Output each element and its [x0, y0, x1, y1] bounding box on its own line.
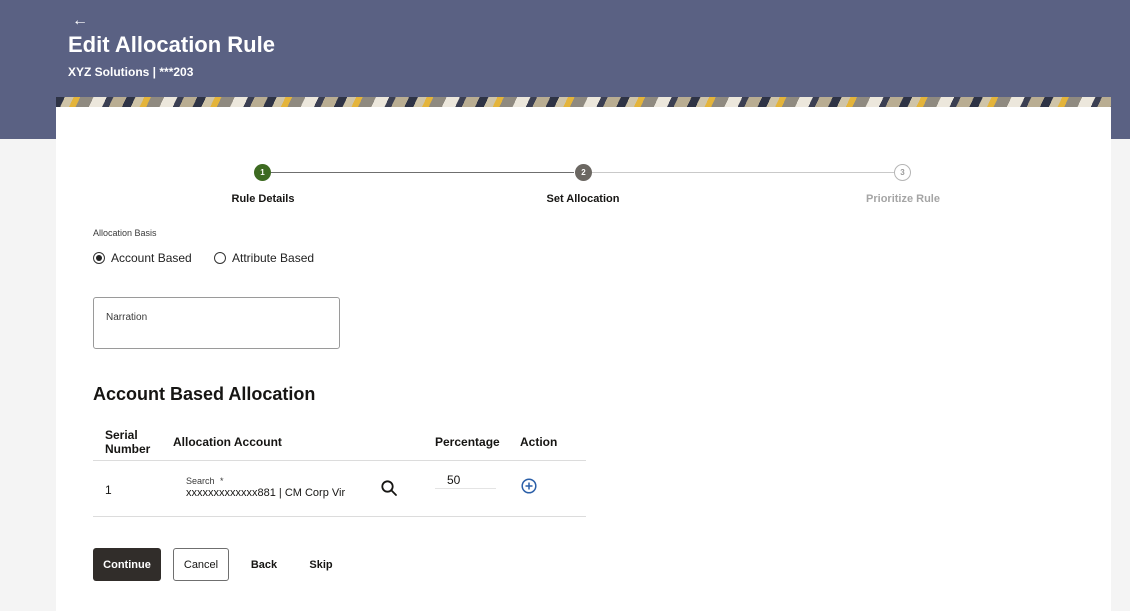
narration-label: Narration	[106, 312, 148, 323]
search-icon[interactable]	[380, 479, 398, 497]
step-1-indicator[interactable]: 1	[254, 164, 271, 181]
cancel-button[interactable]: Cancel	[173, 548, 229, 581]
radio-unchecked-icon[interactable]	[214, 252, 226, 264]
radio-attribute-based-label: Attribute Based	[232, 251, 315, 265]
column-header-percentage: Percentage	[435, 435, 500, 449]
page-title: Edit Allocation Rule	[68, 32, 275, 57]
account-search-label: Search *	[186, 476, 224, 486]
back-arrow-icon[interactable]: ←	[72, 12, 88, 30]
account-search-label-text: Search	[186, 476, 215, 486]
continue-button[interactable]: Continue	[93, 548, 161, 581]
radio-checked-icon[interactable]	[93, 252, 105, 264]
radio-account-based[interactable]: Account Based	[93, 251, 192, 265]
column-header-serial: Serial Number	[105, 428, 150, 456]
stepper-connector-1	[271, 172, 574, 173]
table-header-divider	[93, 460, 586, 461]
table-row-divider	[93, 516, 586, 517]
column-header-serial-line1: Serial	[105, 428, 138, 442]
step-2-indicator[interactable]: 2	[575, 164, 592, 181]
skip-button[interactable]: Skip	[301, 548, 341, 581]
section-title: Account Based Allocation	[93, 384, 316, 404]
account-search-input[interactable]: xxxxxxxxxxxxx881 | CM Corp Vir	[186, 487, 364, 499]
row-serial-number: 1	[105, 483, 112, 497]
radio-attribute-based[interactable]: Attribute Based	[214, 251, 314, 265]
back-button[interactable]: Back	[244, 548, 284, 581]
step-1-label: Rule Details	[231, 193, 295, 205]
step-3-label: Prioritize Rule	[866, 193, 940, 205]
step-3-indicator: 3	[894, 164, 911, 181]
allocation-basis-label: Allocation Basis	[93, 228, 157, 238]
column-header-serial-line2: Number	[105, 442, 151, 456]
page-subtitle: XYZ Solutions | ***203	[68, 65, 194, 79]
radio-account-based-label: Account Based	[111, 251, 192, 265]
percentage-input[interactable]	[435, 472, 496, 489]
add-circle-icon[interactable]	[521, 478, 537, 494]
form-card	[56, 107, 1111, 611]
column-header-action: Action	[520, 435, 558, 449]
narration-field[interactable]: Narration	[93, 297, 340, 349]
stepper-connector-2	[592, 172, 894, 173]
column-header-account: Allocation Account	[173, 435, 282, 449]
step-2-label: Set Allocation	[546, 193, 620, 205]
required-asterisk: *	[220, 476, 224, 486]
